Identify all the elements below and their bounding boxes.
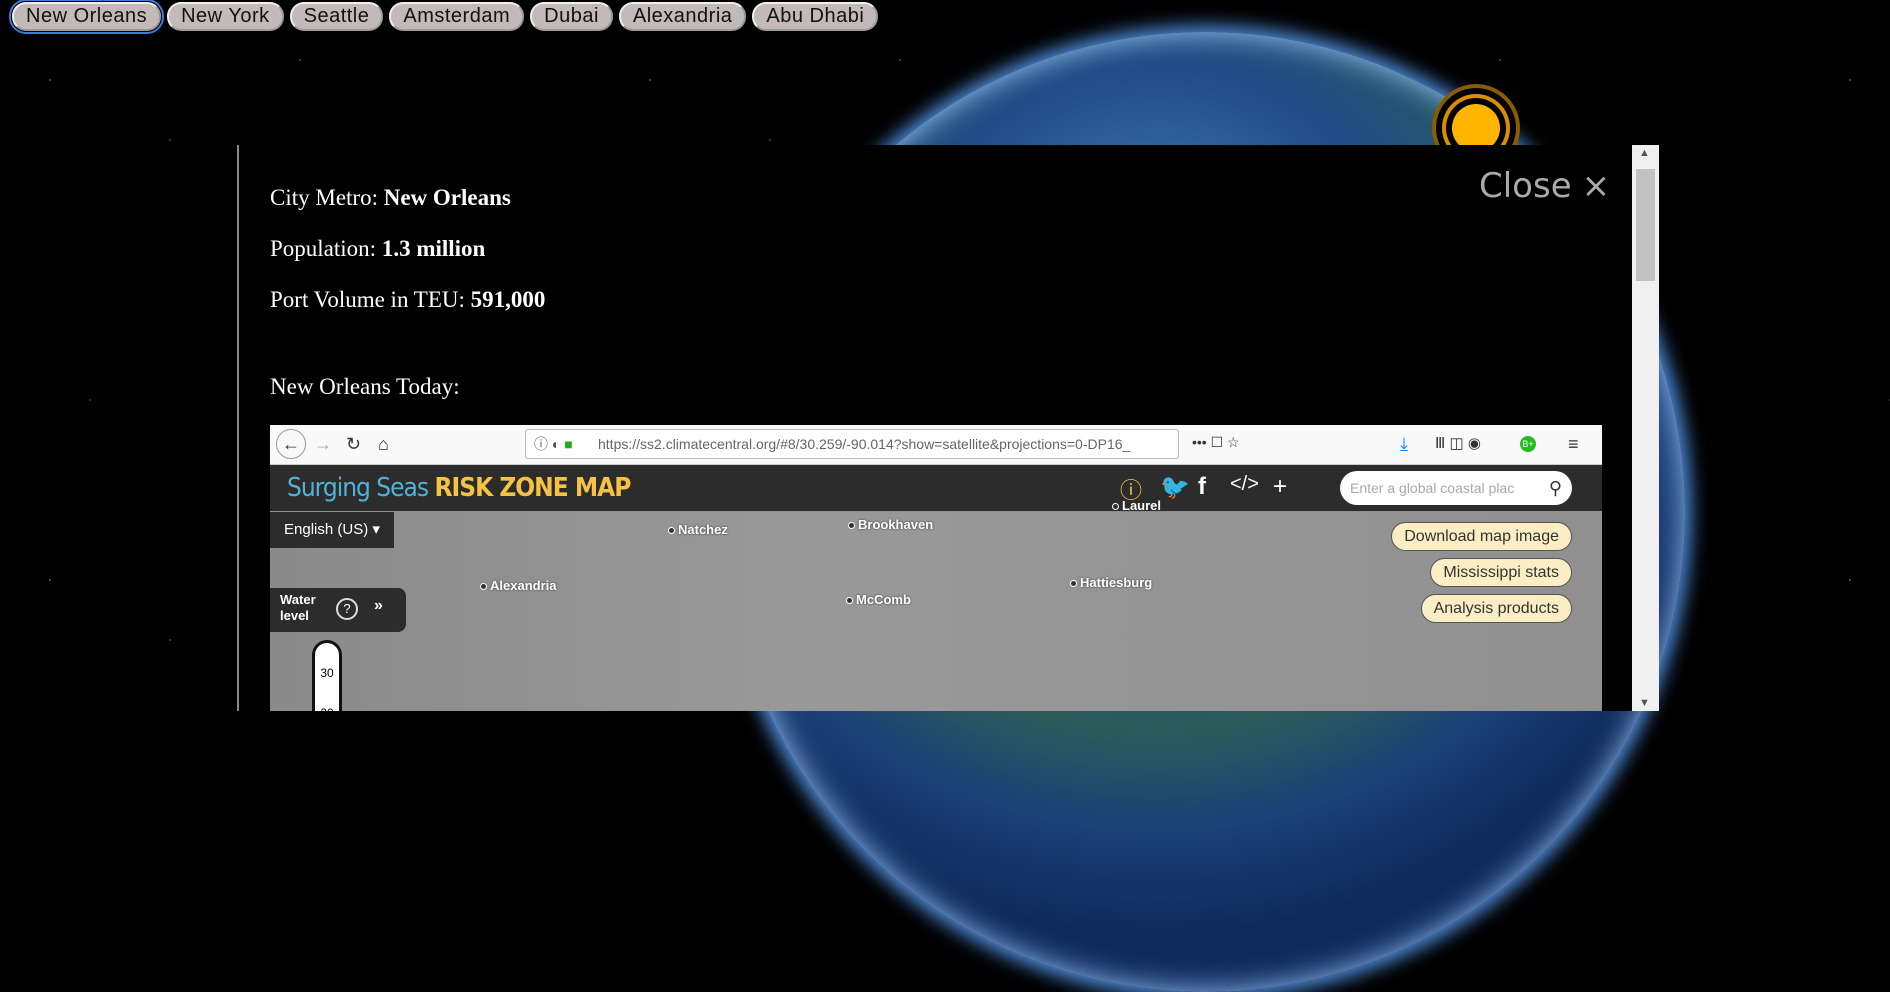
lock-icon: ⓘ ◐ ■ xyxy=(534,436,573,452)
port-line: Port Volume in TEU: 591,000 xyxy=(270,287,545,313)
town-label: Alexandria xyxy=(480,578,556,593)
today-heading: New Orleans Today: xyxy=(270,374,460,399)
state-stats-button: Mississippi stats xyxy=(1430,558,1572,587)
download-icon: ⤓ xyxy=(1400,434,1408,454)
home-icon: ⌂ xyxy=(378,434,389,454)
hamburger-icon: ≡ xyxy=(1568,434,1579,454)
scroll-thumb[interactable] xyxy=(1636,169,1655,281)
town-label: Hattiesburg xyxy=(1070,575,1152,590)
town-label: Brookhaven xyxy=(848,517,933,532)
brand-b: RISK ZONE MAP xyxy=(434,473,632,503)
water-level-panel: Water level? » xyxy=(270,588,406,632)
url-text: https://ss2.climatecentral.org/#8/30.259… xyxy=(598,436,1131,452)
close-button[interactable]: Close × xyxy=(1469,159,1610,208)
analysis-products-button: Analysis products xyxy=(1420,594,1572,623)
brand-a: Surging Seas xyxy=(287,473,429,503)
embedded-screenshot: ← → ↻ ⌂ ⓘ ◐ ■ https://ss2.climatecentral.… xyxy=(270,425,1602,711)
water-level-slider[interactable]: 30 20 xyxy=(312,640,342,711)
city-button-alexandria[interactable]: Alexandria xyxy=(618,2,747,31)
twitter-icon: 🐦 xyxy=(1160,474,1190,501)
library-icon: Ⅲ ◫ ◉ xyxy=(1435,435,1481,452)
collapse-icon: » xyxy=(374,597,383,614)
city-button-new-york[interactable]: New York xyxy=(167,2,284,31)
plus-icon: + xyxy=(1273,473,1288,500)
language-select: English (US) ▾ xyxy=(270,512,394,548)
back-icon: ← xyxy=(276,429,306,459)
city-button-seattle[interactable]: Seattle xyxy=(289,2,384,31)
scroll-down-icon[interactable]: ▼ xyxy=(1639,697,1650,709)
site-header: Surging Seas RISK ZONE MAP ⓘ 🐦 f </> + E… xyxy=(270,465,1602,511)
city-button-new-orleans[interactable]: New Orleans xyxy=(8,0,165,34)
forward-icon: → xyxy=(314,434,332,454)
close-label: Close xyxy=(1479,166,1572,206)
scroll-up-icon[interactable]: ▲ xyxy=(1639,147,1650,159)
close-icon: × xyxy=(1581,166,1611,206)
modal-scrollbar[interactable]: ▲ ▼ xyxy=(1632,145,1659,711)
reload-icon: ↻ xyxy=(346,434,362,454)
port-value: 591,000 xyxy=(470,287,546,312)
metro-value: New Orleans xyxy=(383,185,511,210)
address-bar: ⓘ ◐ ■ https://ss2.climatecentral.org/#8/3… xyxy=(525,429,1179,459)
city-button-amsterdam[interactable]: Amsterdam xyxy=(389,2,525,31)
port-label: Port Volume in TEU: xyxy=(270,287,471,312)
city-button-abu-dhabi[interactable]: Abu Dhabi xyxy=(752,2,879,31)
menu-dots-icon: ••• ☐ ☆ xyxy=(1192,434,1240,450)
search-icon: ⚲ xyxy=(1548,478,1562,498)
site-logo: Surging Seas RISK ZONE MAP xyxy=(287,473,632,503)
city-buttons: New Orleans New York Seattle Amsterdam D… xyxy=(8,0,879,34)
slider-tick: 20 xyxy=(315,693,339,711)
slider-tick: 30 xyxy=(320,666,334,680)
help-icon: ? xyxy=(336,598,358,620)
metro-label: City Metro: xyxy=(270,185,384,210)
town-label: Laurel xyxy=(1112,498,1161,513)
facebook-icon: f xyxy=(1198,473,1206,500)
search-placeholder: Enter a global coastal plac xyxy=(1350,480,1515,496)
search-input[interactable]: Enter a global coastal plac ⚲ xyxy=(1340,471,1572,505)
metro-line: City Metro: New Orleans xyxy=(270,185,511,211)
map: English (US) ▾ Natchez Brookhaven Laurel… xyxy=(270,498,1602,711)
water-level-label: Water level xyxy=(280,592,316,623)
population-line: Population: 1.3 million xyxy=(270,236,485,262)
city-info-modal: Close × City Metro: New Orleans Populatio… xyxy=(237,145,1659,711)
town-label: McComb xyxy=(846,592,911,607)
embed-icon: </> xyxy=(1230,473,1259,495)
browser-toolbar: ← → ↻ ⌂ ⓘ ◐ ■ https://ss2.climatecentral.… xyxy=(270,425,1602,465)
extension-icon: B+ xyxy=(1520,436,1536,452)
download-map-image-button: Download map image xyxy=(1391,522,1572,551)
town-label: Natchez xyxy=(668,522,728,537)
population-value: 1.3 million xyxy=(381,236,486,261)
city-button-dubai[interactable]: Dubai xyxy=(530,2,613,31)
population-label: Population: xyxy=(270,236,382,261)
